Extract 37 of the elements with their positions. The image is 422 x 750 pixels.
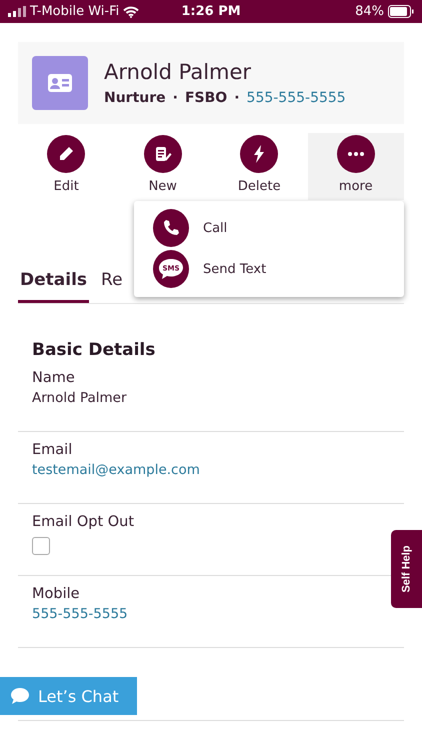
phone-icon <box>153 209 189 247</box>
carrier-text: T-Mobile Wi-Fi <box>30 4 120 19</box>
phone-link[interactable]: 555-555-5555 <box>246 90 346 106</box>
signal-icon <box>8 6 26 17</box>
contact-name: Arnold Palmer <box>104 60 252 84</box>
battery-percent: 84% <box>355 4 384 19</box>
more-button[interactable]: more <box>308 133 404 200</box>
separator-dot: · <box>172 90 178 106</box>
lightning-icon <box>253 145 266 163</box>
action-button[interactable]: Delete <box>211 133 308 200</box>
call-option[interactable]: Call <box>203 220 228 236</box>
send-text-option[interactable]: Send Text <box>203 262 266 276</box>
pencil-icon <box>58 146 74 162</box>
field-value: Arnold Palmer <box>32 390 127 406</box>
note-icon <box>154 146 172 162</box>
more-icon <box>348 152 364 156</box>
contact-card-icon <box>32 56 88 110</box>
action-button[interactable]: Edit <box>18 133 114 200</box>
field-link[interactable]: 555-555-5555 <box>32 606 128 622</box>
field-label: Name <box>32 370 75 386</box>
section-title: Basic Details <box>32 340 156 360</box>
battery-icon <box>388 5 414 18</box>
field-label: Mobile <box>32 586 80 602</box>
separator-dot: · <box>234 90 240 106</box>
chat-bubble-icon <box>10 687 30 705</box>
checkbox[interactable] <box>32 537 50 555</box>
tab[interactable]: Details <box>18 266 90 303</box>
field-label: Email Opt Out <box>32 514 134 530</box>
self-help-tab[interactable]: Self Help <box>391 530 422 608</box>
status-label: Nurture <box>104 90 166 106</box>
action-button[interactable]: New <box>114 133 211 200</box>
source-label: FSBO <box>184 90 228 106</box>
tab[interactable]: Re <box>99 266 125 303</box>
clock-text: 1:26 PM <box>181 4 241 19</box>
field-label: Email <box>32 442 72 458</box>
wifi-icon <box>123 6 140 18</box>
field-link[interactable]: testemail@example.com <box>32 462 200 478</box>
